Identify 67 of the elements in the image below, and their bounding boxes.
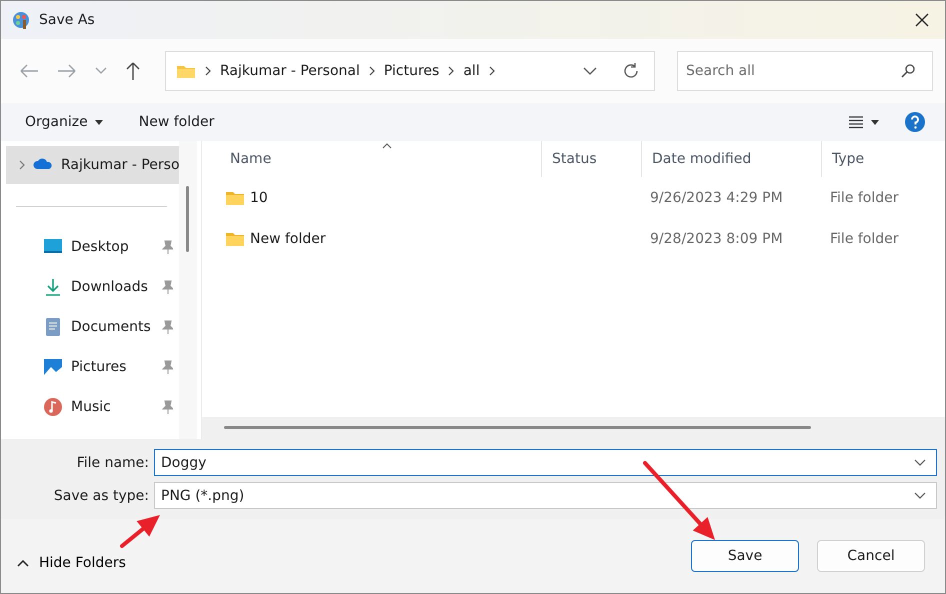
chevron-right-icon [488,66,495,76]
sidebar-item[interactable]: Desktop [1,227,179,267]
picture-icon [43,357,63,377]
column-header[interactable]: Name [202,141,542,177]
chevron-down-icon[interactable] [583,67,597,75]
pin-icon[interactable] [161,320,173,334]
sort-caret-icon [382,143,392,149]
hide-folders-button[interactable]: Hide Folders [13,551,130,575]
file-name[interactable]: New folder [250,230,326,246]
file-name[interactable]: 10 [250,190,268,206]
new-folder-button[interactable]: New folder [128,110,224,134]
search-field[interactable]: Search all [677,51,933,91]
breadcrumb-item[interactable]: all [463,63,480,79]
search-icon [901,64,915,78]
column-header[interactable]: Type [822,141,945,177]
chevron-right-icon [368,66,375,76]
save-button[interactable]: Save [691,540,799,572]
date-modified: 9/28/2023 8:09 PM [649,230,784,246]
breadcrumb-item[interactable]: Pictures [384,63,440,79]
pin-icon[interactable] [161,400,173,414]
sidebar-item[interactable]: Pictures [1,347,179,387]
chevron-right-icon [448,66,454,76]
column-header[interactable]: Status [542,141,642,177]
list-view-icon [848,115,864,129]
file-type-dropdown[interactable]: PNG (*.png) [154,482,937,509]
refresh-icon[interactable] [622,62,640,80]
date-modified: 9/26/2023 4:29 PM [649,190,784,206]
chevron-right-icon[interactable] [19,160,25,170]
pin-icon[interactable] [161,240,173,254]
close-icon[interactable] [915,13,929,27]
field-label: File name: [76,454,150,470]
document-icon [43,317,63,337]
chevron-down-icon [914,492,926,499]
help-icon[interactable] [905,112,925,132]
back-arrow-icon[interactable] [19,63,39,79]
organize-button[interactable]: Organize [15,110,113,134]
scrollbar-thumb[interactable] [186,186,189,252]
breadcrumb-item[interactable]: Rajkumar - Personal [220,63,360,79]
caret-icon [871,120,879,124]
window-title: Save As [39,12,95,28]
caret-icon [94,120,103,124]
forward-arrow-icon[interactable] [57,63,77,79]
up-arrow-icon[interactable] [125,61,141,81]
pin-icon[interactable] [161,280,173,294]
address-bar[interactable]: Rajkumar - Personal Pictures all [165,51,655,91]
file-name-field[interactable]: Doggy [154,449,937,476]
sidebar-item[interactable]: Music [1,387,179,427]
sidebar-item[interactable]: Rajkumar - Perso [6,146,179,184]
folder-icon [226,190,244,204]
folder-icon [176,63,196,79]
sidebar-item[interactable]: Downloads [1,267,179,307]
chevron-down-icon [914,459,926,466]
folder-icon [226,232,244,246]
file-type: File folder [829,230,900,246]
cancel-button[interactable]: Cancel [817,540,925,572]
file-type: File folder [829,190,900,206]
download-arrow-icon [43,277,63,297]
sidebar-item[interactable]: Documents [1,307,179,347]
annotation-arrow [120,515,160,548]
music-note-icon [43,397,63,417]
pin-icon[interactable] [161,360,173,374]
chevron-up-icon [17,560,29,566]
column-header[interactable]: Date modified [642,141,822,177]
chevron-right-icon [205,66,211,76]
palette-icon [11,10,31,30]
field-label: Save as type: [52,488,150,504]
scrollbar-thumb[interactable] [224,426,811,429]
